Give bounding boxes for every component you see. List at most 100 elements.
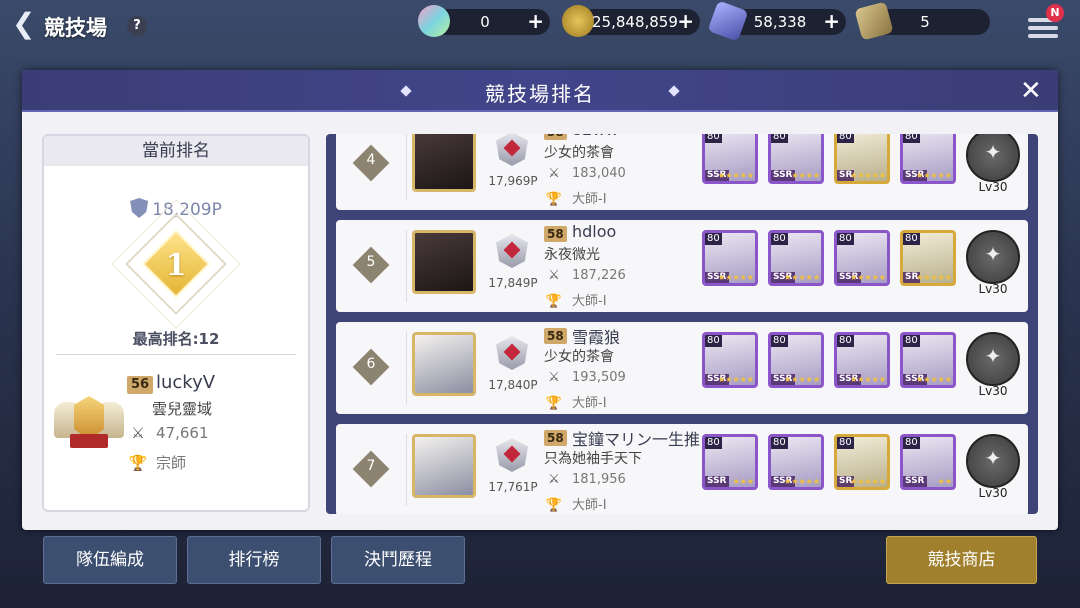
hero-portrait[interactable]: 80 SSR ★★★★★ [768,434,824,490]
hero-stars: ★★★★★ [784,375,820,384]
badge-base [70,434,108,448]
hero-portrait[interactable]: 80 SR ★★★★★ [834,134,890,184]
hero-stars: ★★★★★ [784,273,820,282]
ranking-row[interactable]: 7 17,761P 58 宝鐘マリン一生推 只為她袖手天下 ⚔ 181,956 🏆 大師-I 80… [336,424,1028,514]
hero-stars: ★★★★★ [850,375,886,384]
resource-gold-value: 25,848,859 [592,13,678,31]
player-avatar[interactable] [412,434,476,498]
hero-level: 80 [771,437,788,449]
back-arrow-icon[interactable]: ❮ [12,10,36,40]
player-power-value: 47,661 [156,424,209,442]
view-team-button[interactable]: ✦ [966,230,1020,284]
shield-icon [130,198,149,218]
trophy-icon: 🏆 [545,192,563,207]
ranking-row[interactable]: 5 17,849P 58 hdloo 永夜微光 ⚔ 187,226 🏆 大師-I 80 SSR ★★★… [336,220,1028,312]
crossed-swords-icon: ⚔ [131,424,145,442]
row-tier: 🏆 大師-I [544,290,607,309]
view-team-button[interactable]: ✦ [966,434,1020,488]
add-gold-button[interactable]: + [677,10,694,32]
menu-icon[interactable]: N [1026,4,1064,42]
row-level: 58 [544,134,567,140]
player-tier: 🏆 宗師 [128,452,186,473]
hero-portrait[interactable]: 80 SSR ★★★★★ [900,134,956,184]
team-level: Lv30 [978,384,1008,398]
team-level: Lv30 [978,180,1008,194]
row-player-name: 82ww [572,134,619,139]
hero-level: 80 [903,335,920,347]
divider [56,354,296,355]
hero-stars: ★★★★★ [718,171,754,180]
rank-emblem-icon [488,232,536,272]
hero-portrait[interactable]: 80 SSR ★★★ [702,434,758,490]
row-points: 17,761P [488,480,538,494]
row-tier-value: 大師-I [572,396,607,411]
row-tier: 🏆 大師-I [544,494,607,513]
hero-portrait[interactable]: 80 SSR ★★★★★ [834,230,890,286]
hero-rarity: SSR [705,476,729,487]
hero-stars: ★★ [937,477,952,486]
row-level: 58 [544,328,567,344]
ranking-row[interactable]: 4 17,969P 58 82ww 少女的茶會 ⚔ 183,040 🏆 大師-I 80SSR★★★… [336,134,1028,210]
team-formation-button[interactable]: 隊伍編成 [43,536,177,584]
row-player-name: 宝鐘マリン一生推 [572,430,701,449]
view-team-button[interactable]: ✦ [966,332,1020,386]
hero-stars: ★★★★★ [916,375,952,384]
team-emblem-icon: ✦ [984,140,1002,164]
close-icon[interactable]: ✕ [1020,78,1042,104]
crossed-swords-icon: ⚔ [548,166,560,181]
hero-level: 80 [903,437,920,449]
resource-gem: 58,338 + [707,0,846,42]
hero-stars: ★★★★★ [850,477,886,486]
row-guild: 永夜微光 [544,247,600,263]
team-level: Lv30 [978,282,1008,296]
add-crystal-button[interactable]: + [527,10,544,32]
row-points: 17,840P [488,378,538,392]
hero-portrait[interactable]: 80 SSR ★★★★★ [834,332,890,388]
hero-portrait[interactable]: 80 SSR ★★★★ [768,134,824,184]
resource-crystal: 0 + [418,5,550,37]
help-icon[interactable]: ? [127,16,147,36]
row-level: 58 [544,430,567,446]
hero-portrait[interactable]: 80 SSR ★★★★★ [702,134,758,184]
hero-portrait[interactable]: 80 SR ★★★★★ [834,434,890,490]
hero-level: 80 [705,335,722,347]
rank-emblem-icon [488,134,536,170]
hero-portrait[interactable]: 80 SSR ★★★★★ [900,332,956,388]
player-avatar[interactable] [412,230,476,294]
leaderboard-button[interactable]: 排行榜 [187,536,321,584]
hero-portrait[interactable]: 80 SR ★★★★★ [900,230,956,286]
hero-stars: ★★★★★ [850,273,886,282]
team-emblem-icon: ✦ [984,446,1002,470]
row-player-name: hdloo [572,222,617,241]
player-avatar[interactable] [412,332,476,396]
add-gem-button[interactable]: + [823,10,840,32]
arena-shop-button[interactable]: 競技商店 [886,536,1037,584]
row-rank-number: 7 [366,458,376,474]
hero-portrait[interactable]: 80 SSR ★★ [900,434,956,490]
hero-portrait[interactable]: 80 SSR ★★★★★ [702,332,758,388]
trophy-icon: 🏆 [545,294,563,309]
row-power-value: 187,226 [572,268,626,283]
hero-stars: ★★★★ [791,171,820,180]
hero-portrait[interactable]: 80 SSR ★★★★★ [768,332,824,388]
view-team-button[interactable]: ✦ [966,134,1020,182]
hero-stars: ★★★★★ [718,375,754,384]
ranking-list[interactable]: 417,969P5882ww少女的茶會⚔183,040🏆大師-I80SSR★★★… [326,134,1038,514]
row-rank-number: 4 [366,152,376,168]
modal-title: 競技場排名 [485,82,595,106]
hero-stars: ★★★★★ [916,171,952,180]
player-level: 56 [127,376,154,394]
hero-portrait[interactable]: 80 SSR ★★★★★ [702,230,758,286]
row-divider [406,434,407,506]
hero-level: 80 [705,233,722,245]
hero-portrait[interactable]: 80 SSR ★★★★★ [768,230,824,286]
rank-emblem-icon [488,436,536,476]
duel-history-button[interactable]: 決鬥歷程 [331,536,465,584]
ranking-row[interactable]: 6 17,840P 58 雪霞狼 少女的茶會 ⚔ 193,509 🏆 大師-I 80 SSR ★★★★… [336,322,1028,414]
current-rank-header: 當前排名 [44,136,308,166]
row-power: ⚔ 193,509 [544,370,626,385]
row-power: ⚔ 181,956 [544,472,626,487]
modal-header: 競技場排名 ✕ [22,70,1058,112]
player-avatar[interactable] [412,134,476,192]
hero-level: 80 [837,437,854,449]
